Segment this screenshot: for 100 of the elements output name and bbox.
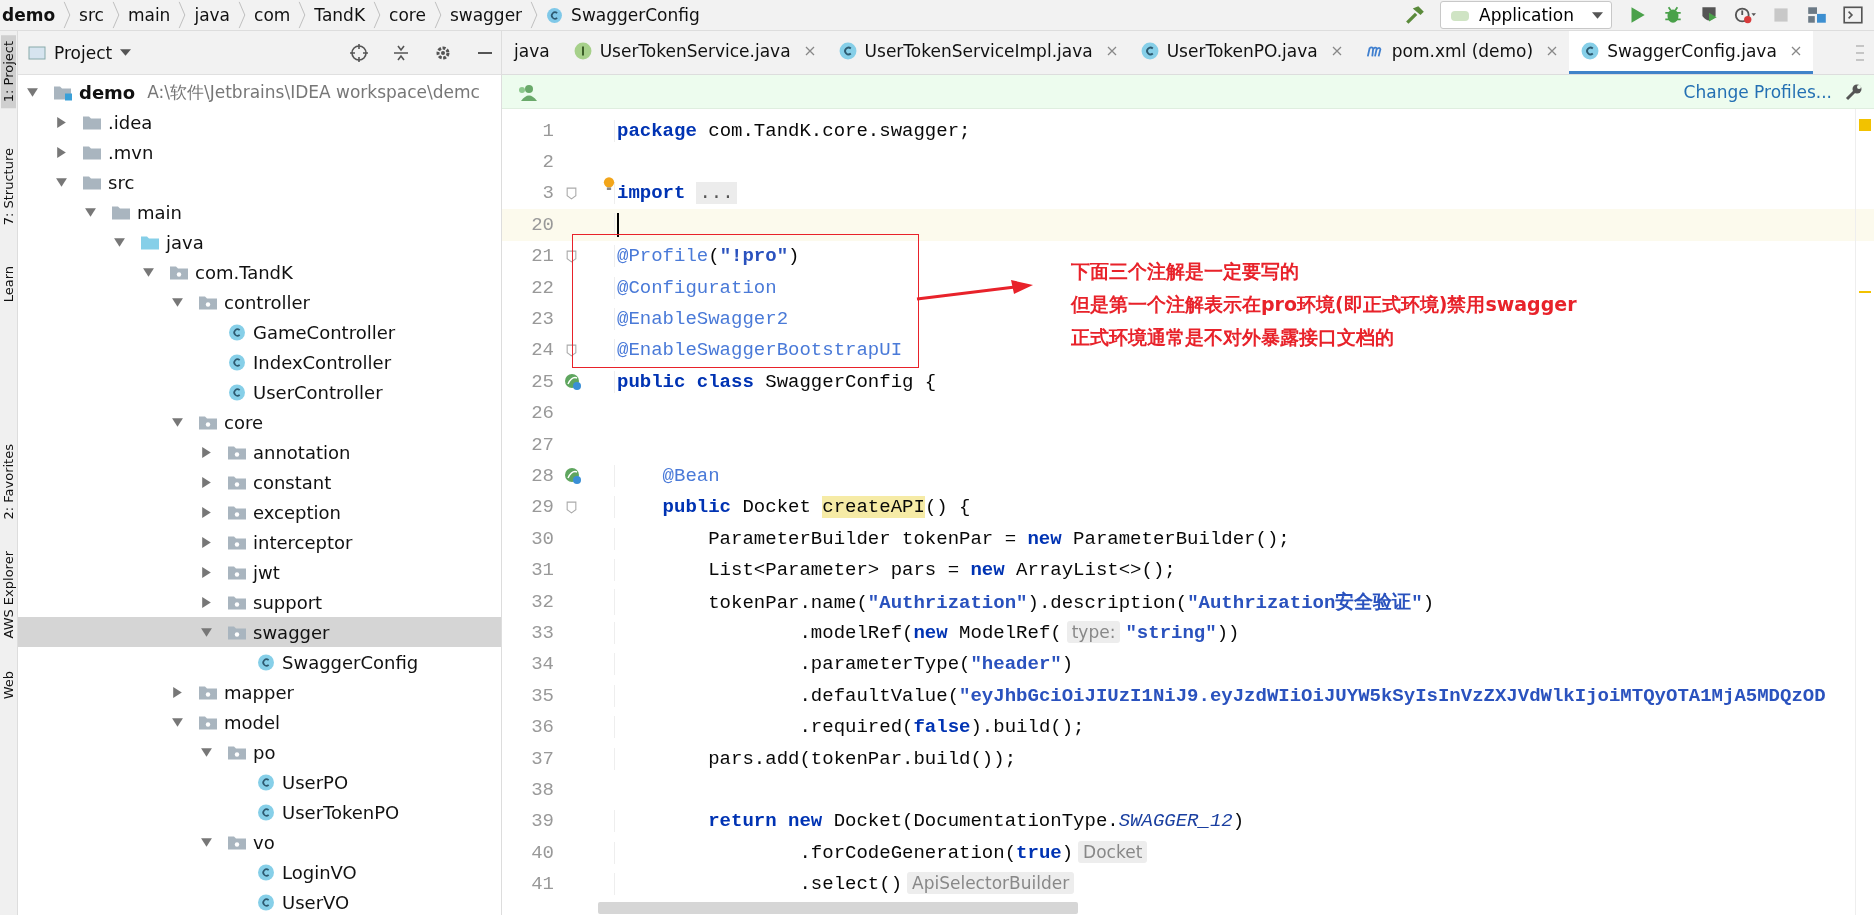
tool-window-tab[interactable]: Web (1, 664, 16, 706)
run-config-dropdown[interactable]: Application (1440, 1, 1612, 29)
tree-row[interactable]: SwaggerConfig (18, 647, 501, 677)
expander-icon[interactable] (200, 595, 213, 609)
close-icon[interactable] (1547, 46, 1558, 56)
editor-tab[interactable]: UserTokenPO.java (1128, 31, 1354, 74)
tree-row[interactable]: UserTokenPO (18, 797, 501, 827)
expander-icon[interactable] (171, 415, 184, 429)
tree-row[interactable]: GameController (18, 317, 501, 347)
breadcrumb[interactable]: java (194, 5, 231, 25)
expander-icon[interactable] (200, 745, 213, 759)
tree-row[interactable]: exception (18, 497, 501, 527)
panel-title[interactable]: Project (54, 42, 113, 63)
breadcrumb[interactable]: core (389, 5, 426, 25)
line-number: 3 (541, 182, 554, 205)
tree-row[interactable]: model (18, 707, 501, 737)
breadcrumb[interactable]: demo (2, 5, 56, 25)
breadcrumb[interactable]: swagger (449, 5, 523, 25)
expander-icon[interactable] (55, 145, 68, 159)
tool-window-tab[interactable]: 1: Project (1, 35, 16, 109)
tree-label: SwaggerConfig (282, 651, 419, 673)
editor-tab[interactable]: UserTokenService.java (561, 31, 827, 74)
expander-icon[interactable] (200, 535, 213, 549)
tree-row[interactable]: UserPO (18, 767, 501, 797)
tree-row[interactable]: vo (18, 827, 501, 857)
tool-window-tab[interactable]: AWS Explorer (1, 545, 16, 645)
bean-icon[interactable] (564, 467, 582, 485)
expander-icon[interactable] (200, 445, 213, 459)
tree-row[interactable]: java (18, 227, 501, 257)
terminal-icon[interactable] (1842, 4, 1864, 26)
lightbulb-icon[interactable] (603, 176, 615, 193)
tree-row[interactable]: .mvn (18, 137, 501, 167)
tree-row[interactable]: support (18, 587, 501, 617)
expander-icon[interactable] (200, 835, 213, 849)
class-icon (1581, 42, 1600, 60)
tree-row[interactable]: mapper (18, 677, 501, 707)
breadcrumb[interactable]: SwaggerConfig (571, 5, 700, 25)
editor-tab[interactable]: java (502, 31, 562, 74)
horizontal-scrollbar[interactable] (598, 902, 1078, 914)
tree-row[interactable]: swagger (18, 617, 501, 647)
tree-label: po (253, 741, 276, 763)
tree-row[interactable]: .idea (18, 107, 501, 137)
expander-icon[interactable] (200, 505, 213, 519)
close-icon[interactable] (1790, 46, 1801, 56)
tool-window-tab[interactable]: 2: Favorites (1, 437, 16, 526)
tree-row[interactable]: com.TandK (18, 257, 501, 287)
tree-label: annotation (253, 441, 351, 463)
tree-row[interactable]: controller (18, 287, 501, 317)
expander-icon[interactable] (200, 475, 213, 489)
tree-row[interactable]: src (18, 167, 501, 197)
tree-row[interactable]: main (18, 197, 501, 227)
tree-row[interactable]: UserVO (18, 887, 501, 915)
expander-icon[interactable] (171, 295, 184, 309)
breadcrumb[interactable]: src (79, 5, 104, 25)
debug-icon[interactable] (1662, 4, 1684, 26)
tree-row[interactable]: UserController (18, 377, 501, 407)
tree-row[interactable]: annotation (18, 437, 501, 467)
breadcrumb[interactable]: TandK (314, 5, 366, 25)
expander-icon[interactable] (200, 565, 213, 579)
expander-icon[interactable] (113, 235, 126, 249)
expander-icon[interactable] (84, 205, 97, 219)
tool-window-tab[interactable]: Learn (1, 259, 16, 308)
tree-label: UserVO (282, 891, 350, 913)
tool-window-tab[interactable]: 7: Structure (1, 142, 16, 232)
fold-icon[interactable] (566, 343, 577, 357)
tree-row[interactable]: LoginVO (18, 857, 501, 887)
locate-icon[interactable] (349, 42, 369, 63)
project-structure-icon[interactable] (1806, 4, 1828, 26)
tree-row[interactable]: interceptor (18, 527, 501, 557)
hammer-icon[interactable] (1404, 4, 1426, 26)
breadcrumb[interactable]: main (127, 5, 171, 25)
tree-row[interactable]: core (18, 407, 501, 437)
close-icon[interactable] (804, 46, 815, 56)
bean-icon[interactable] (564, 372, 582, 391)
tree-row[interactable]: po (18, 737, 501, 767)
caret-icon[interactable] (120, 49, 132, 56)
annotation-note: 下面三个注解是一定要写的 (1071, 259, 1300, 284)
close-icon[interactable] (1331, 46, 1342, 56)
expander-icon[interactable] (55, 175, 68, 189)
editor-tab[interactable]: SwaggerConfig.java (1569, 31, 1813, 74)
expander-icon[interactable] (26, 85, 39, 99)
close-icon[interactable] (1106, 46, 1117, 56)
change-profiles-link[interactable]: Change Profiles... (1683, 81, 1832, 102)
tree-row[interactable]: constant (18, 467, 501, 497)
breadcrumb[interactable]: com (254, 5, 291, 25)
expander-icon[interactable] (171, 715, 184, 729)
tree-row[interactable]: demo A:\软件\Jetbrains\IDEA workspace\demc (18, 77, 501, 107)
tree-row[interactable]: IndexController (18, 347, 501, 377)
class-icon (256, 893, 276, 911)
editor-tab[interactable]: pom.xml (demo) (1353, 31, 1570, 74)
fold-icon[interactable] (566, 249, 577, 263)
editor-tab[interactable]: UserTokenServiceImpl.java (826, 31, 1129, 74)
line-number: 27 (530, 433, 554, 456)
expander-icon[interactable] (142, 265, 155, 279)
expander-icon[interactable] (171, 685, 184, 699)
expander-icon[interactable] (200, 625, 213, 639)
chevron-icon (433, 1, 442, 29)
class-icon (227, 353, 247, 371)
tree-row[interactable]: jwt (18, 557, 501, 587)
expander-icon[interactable] (55, 115, 68, 129)
